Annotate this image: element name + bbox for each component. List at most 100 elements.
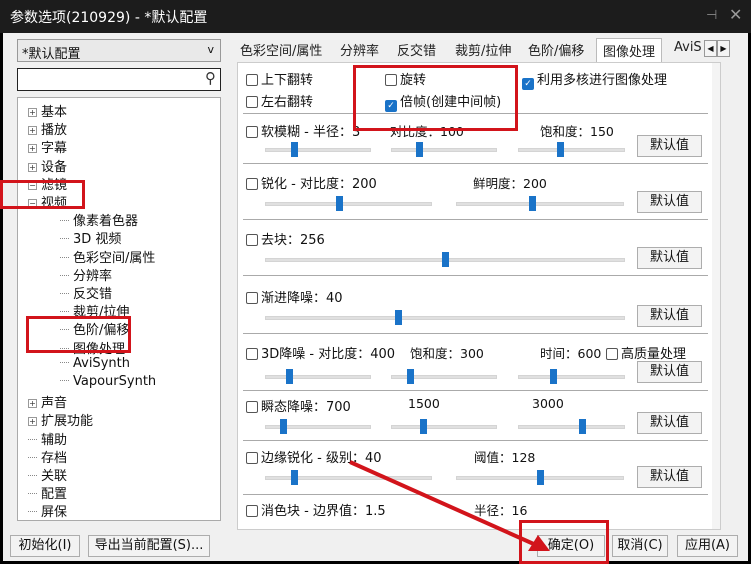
deblock-checkbox[interactable]: 去块：256 — [246, 229, 325, 248]
tab-item[interactable]: 裁剪/拉伸 — [455, 38, 511, 60]
tree-item[interactable]: VapourSynth — [60, 374, 156, 389]
slider-thumb[interactable] — [549, 369, 557, 384]
slider-thumb[interactable] — [416, 142, 424, 157]
tree-item[interactable]: + 播放 — [28, 119, 67, 138]
default-button[interactable]: 默认值 — [637, 466, 702, 488]
slider-thumb[interactable] — [528, 196, 536, 211]
expand-icon[interactable]: + — [28, 399, 37, 409]
tab-item[interactable]: 反交错 — [397, 38, 436, 60]
rotate-checkbox[interactable]: 旋转 — [385, 69, 426, 88]
close-icon[interactable]: ✕ — [729, 5, 742, 24]
slider[interactable] — [518, 142, 625, 157]
slider[interactable] — [265, 470, 432, 485]
slider-thumb[interactable] — [291, 470, 299, 485]
high-quality-checkbox[interactable]: 高质量处理 — [606, 343, 686, 362]
chroma-deblock-checkbox[interactable]: 消色块 - 边界值：1.5 — [246, 500, 386, 519]
profile-select[interactable]: *默认配置 v — [17, 39, 221, 62]
slider-thumb[interactable] — [442, 252, 449, 267]
slider-thumb[interactable] — [285, 369, 293, 384]
tree-item[interactable]: − 视频 — [28, 192, 67, 211]
multicore-checkbox[interactable]: ✓ 利用多核进行图像处理 — [522, 69, 667, 90]
tree-item[interactable]: 屏保 — [28, 501, 67, 520]
expand-icon[interactable]: + — [28, 126, 37, 136]
default-button[interactable]: 默认值 — [637, 412, 702, 434]
denoise3d-checkbox[interactable]: 3D降噪 - 对比度：400 — [246, 343, 395, 362]
flip-vertical-checkbox[interactable]: 上下翻转 — [246, 69, 313, 88]
collapse-icon[interactable]: − — [28, 180, 37, 190]
tree-item[interactable]: 3D 视频 — [60, 228, 121, 247]
tree-item[interactable]: 反交错 — [60, 283, 112, 302]
tree-item[interactable]: 分辨率 — [60, 265, 112, 284]
tree-item[interactable]: 色彩空间/属性 — [60, 247, 155, 266]
slider-thumb[interactable] — [406, 369, 414, 384]
slider[interactable] — [391, 142, 497, 157]
search-icon[interactable]: ⚲ — [205, 69, 216, 87]
edge-sharpen-checkbox[interactable]: 边缘锐化 - 级别：40 — [246, 447, 382, 466]
slider[interactable] — [456, 196, 624, 211]
slider[interactable] — [265, 369, 371, 384]
ok-button[interactable]: 确定(O) — [537, 535, 605, 557]
slider-thumb[interactable] — [335, 196, 343, 211]
slider[interactable] — [391, 369, 497, 384]
tree-item[interactable]: + 设备 — [28, 156, 67, 175]
tree-item[interactable]: 像素着色器 — [60, 210, 138, 229]
tree-item[interactable]: 关联 — [28, 465, 67, 484]
expand-icon[interactable]: + — [28, 108, 37, 117]
collapse-icon[interactable]: − — [28, 199, 37, 208]
slider[interactable] — [265, 252, 625, 267]
slider-thumb[interactable] — [556, 142, 564, 157]
default-button[interactable]: 默认值 — [637, 191, 702, 213]
slider[interactable] — [391, 419, 497, 434]
panel-scrollbar[interactable] — [712, 63, 720, 529]
tab-item[interactable]: AviS — [674, 38, 704, 60]
tree-item[interactable]: − 滤镜 — [28, 174, 67, 193]
soft-blur-checkbox[interactable]: 软模糊 - 半径：3 — [246, 121, 360, 140]
default-button[interactable]: 默认值 — [637, 247, 702, 269]
default-button[interactable]: 默认值 — [637, 305, 702, 327]
double-frame-checkbox[interactable]: ✓ 倍帧(创建中间帧) — [385, 91, 501, 112]
tab-item[interactable]: 分辨率 — [340, 38, 379, 60]
tab-scroll-left-icon[interactable]: ◀ — [704, 40, 717, 57]
tab-scroll-right-icon[interactable]: ▶ — [717, 40, 730, 57]
tab-item[interactable]: 图像处理 — [596, 38, 663, 63]
slider[interactable] — [265, 419, 371, 434]
sharpen-checkbox[interactable]: 锐化 - 对比度：200 — [246, 173, 377, 192]
tree-item[interactable]: 存档 — [28, 447, 67, 466]
tree-item[interactable]: + 扩展功能 — [28, 410, 93, 429]
export-config-button[interactable]: 导出当前配置(S)... — [88, 535, 210, 557]
slider-thumb[interactable] — [579, 419, 586, 434]
expand-icon[interactable]: + — [28, 144, 37, 154]
slider[interactable] — [265, 310, 625, 325]
default-button[interactable]: 默认值 — [637, 135, 702, 157]
tree-item[interactable]: 配置 — [28, 483, 67, 502]
gradual-denoise-checkbox[interactable]: 渐进降噪：40 — [246, 287, 343, 306]
slider[interactable] — [265, 196, 432, 211]
slider[interactable] — [265, 142, 371, 157]
apply-button[interactable]: 应用(A) — [677, 535, 738, 557]
search-input[interactable]: ⚲ — [17, 68, 221, 91]
slider[interactable] — [518, 419, 625, 434]
slider-thumb[interactable] — [420, 419, 428, 434]
cancel-button[interactable]: 取消(C) — [612, 535, 668, 557]
tree-item[interactable]: AviSynth — [60, 356, 130, 371]
slider[interactable] — [456, 470, 624, 485]
slider[interactable] — [518, 369, 625, 384]
expand-icon[interactable]: + — [28, 162, 37, 172]
pin-icon[interactable]: ⊣ — [706, 8, 717, 23]
slider-thumb[interactable] — [395, 310, 403, 325]
slider-thumb[interactable] — [291, 142, 299, 157]
tree-item[interactable]: + 基本 — [28, 101, 67, 120]
tab-item[interactable]: 色彩空间/属性 — [240, 38, 322, 60]
flip-horizontal-checkbox[interactable]: 左右翻转 — [246, 91, 313, 110]
default-button[interactable]: 默认值 — [637, 361, 702, 383]
slider-thumb[interactable] — [279, 419, 287, 434]
expand-icon[interactable]: + — [28, 417, 37, 427]
transient-checkbox[interactable]: 瞬态降噪：700 — [246, 396, 351, 415]
tree-item[interactable]: 图像处理 — [60, 338, 125, 357]
tree-item[interactable]: + 声音 — [28, 392, 67, 411]
initialize-button[interactable]: 初始化(I) — [10, 535, 80, 557]
tab-item[interactable]: 色阶/偏移 — [528, 38, 584, 60]
tree-item[interactable]: 裁剪/拉伸 — [60, 301, 129, 320]
tree-item[interactable]: + 字幕 — [28, 137, 67, 156]
tree-item[interactable]: 辅助 — [28, 429, 67, 448]
